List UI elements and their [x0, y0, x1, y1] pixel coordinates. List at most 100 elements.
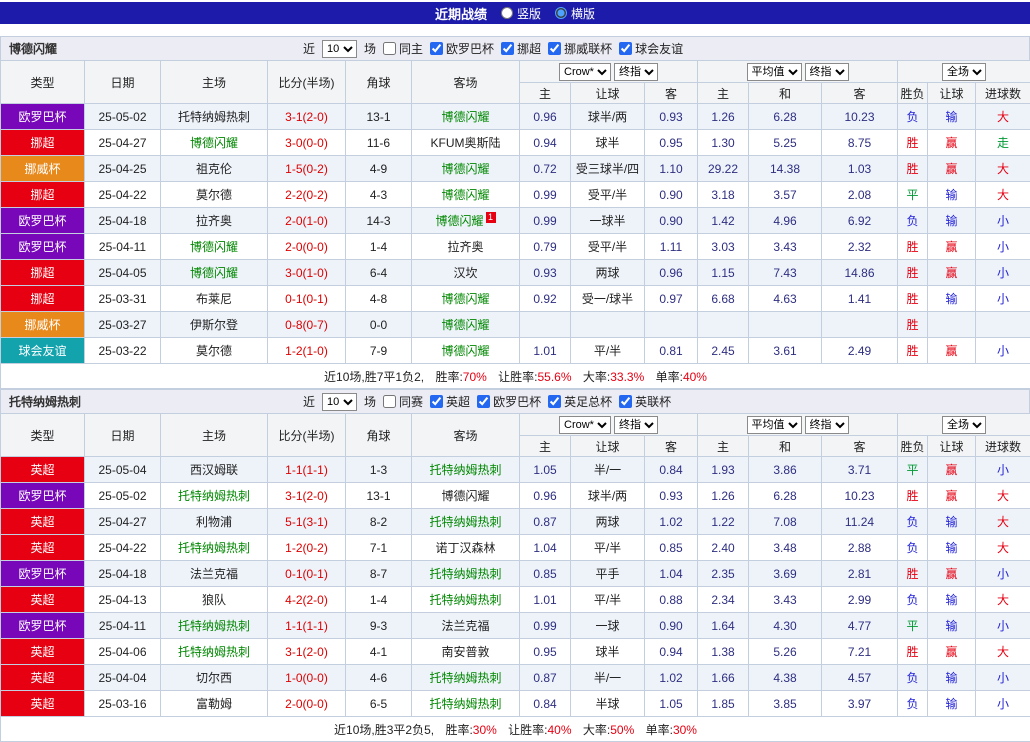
league-checkbox[interactable] — [548, 42, 561, 55]
table-row: 挪威杯 25-04-25 祖克伦 1-5(0-2) 4-9 博德闪耀 0.72 … — [1, 156, 1030, 182]
filter-league-3[interactable]: 英联杯 — [619, 393, 671, 410]
avg-away-cell: 2.49 — [822, 338, 898, 364]
handicap-cell: 半/一 — [571, 457, 645, 483]
handicap-result-cell: 赢 — [928, 483, 976, 509]
filter-league-0[interactable]: 欧罗巴杯 — [430, 40, 494, 57]
away-team-name: 博德闪耀 — [441, 344, 489, 358]
filter-bar: 近 10 场 同主 欧罗巴杯 挪超 挪威联杯 球会友谊 — [303, 40, 683, 58]
match-date: 25-04-13 — [85, 587, 161, 613]
away-team-name: KFUM奥斯陆 — [431, 136, 501, 150]
score-cell: 3-1(2-0) — [268, 104, 346, 130]
home-team-cell: 法兰克福 — [161, 561, 268, 587]
recent-count-select[interactable]: 10 — [322, 393, 357, 411]
match-date: 25-04-22 — [85, 535, 161, 561]
avg-final-select[interactable]: 终指 — [805, 63, 849, 81]
home-team-cell: 莫尔德 — [161, 182, 268, 208]
filter-league-1[interactable]: 挪超 — [501, 40, 541, 57]
home-team-cell: 托特纳姆热刺 — [161, 104, 268, 130]
league-badge: 欧罗巴杯 — [1, 561, 85, 587]
filter-same-home[interactable]: 同主 — [383, 40, 423, 57]
avg-home-cell: 2.45 — [698, 338, 749, 364]
same-home-label: 同主 — [399, 40, 423, 57]
league-checkbox[interactable] — [548, 395, 561, 408]
filter-league-2[interactable]: 挪威联杯 — [548, 40, 612, 57]
filter-league-1[interactable]: 欧罗巴杯 — [477, 393, 541, 410]
table-row: 英超 25-05-04 西汉姆联 1-1(1-1) 1-3 托特纳姆热刺 1.0… — [1, 457, 1030, 483]
avg-draw-cell: 4.30 — [749, 613, 822, 639]
goals-cell: 大 — [976, 587, 1030, 613]
odds-final-select[interactable]: 终指 — [614, 416, 658, 434]
odds-away-cell: 0.90 — [645, 613, 698, 639]
summary-lead: 近10场,胜3平2负5, — [334, 723, 434, 737]
horizontal-radio[interactable] — [555, 7, 567, 19]
league-checkbox[interactable] — [619, 42, 632, 55]
avg-away-cell: 6.92 — [822, 208, 898, 234]
league-checkbox[interactable] — [501, 42, 514, 55]
col-score: 比分(半场) — [268, 61, 346, 104]
odds-group-header: Crow* 终指 — [520, 414, 698, 436]
avg-away-cell: 2.88 — [822, 535, 898, 561]
matches-table-bodo: 类型 日期 主场 比分(半场) 角球 客场 Crow* 终指 平均值 终指 — [0, 60, 1030, 389]
avg-final-select[interactable]: 终指 — [805, 416, 849, 434]
away-team-name: 汉坎 — [453, 266, 477, 280]
score-cell: 2-0(1-0) — [268, 208, 346, 234]
away-team-cell: 法兰克福 — [412, 613, 520, 639]
odds-source-select[interactable]: Crow* — [559, 63, 611, 81]
odds-home-cell: 0.96 — [520, 483, 571, 509]
league-badge: 欧罗巴杯 — [1, 613, 85, 639]
sub-handicap: 让球 — [571, 83, 645, 104]
odds-source-select[interactable]: Crow* — [559, 416, 611, 434]
layout-radio-horizontal[interactable]: 横版 — [555, 5, 595, 22]
away-team-cell: 博德闪耀 — [412, 182, 520, 208]
match-date: 25-04-27 — [85, 509, 161, 535]
table-row: 挪超 25-03-31 布莱尼 0-1(0-1) 4-8 博德闪耀 0.92 受… — [1, 286, 1030, 312]
same-competition-checkbox[interactable] — [383, 395, 396, 408]
league-badge: 英超 — [1, 457, 85, 483]
vertical-radio[interactable] — [501, 7, 513, 19]
odds-home-cell: 1.01 — [520, 338, 571, 364]
home-team-name: 法兰克福 — [190, 567, 238, 581]
avg-select[interactable]: 平均值 — [747, 416, 802, 434]
scope-select[interactable]: 全场 — [942, 416, 986, 434]
filter-league-2[interactable]: 英足总杯 — [548, 393, 612, 410]
corner-cell: 13-1 — [346, 104, 412, 130]
score-cell: 2-2(0-2) — [268, 182, 346, 208]
away-team-name: 博德闪耀 — [441, 489, 489, 503]
sub-avg-away: 客 — [822, 83, 898, 104]
avg-select[interactable]: 平均值 — [747, 63, 802, 81]
same-home-checkbox[interactable] — [383, 42, 396, 55]
handicap-cell: 球半 — [571, 130, 645, 156]
odds-away-cell: 1.02 — [645, 665, 698, 691]
league-badge: 英超 — [1, 639, 85, 665]
filter-league-3[interactable]: 球会友谊 — [619, 40, 683, 57]
layout-radio-vertical[interactable]: 竖版 — [501, 5, 541, 22]
league-checkbox[interactable] — [477, 395, 490, 408]
recent-suffix-label: 场 — [364, 393, 376, 410]
match-date: 25-05-04 — [85, 457, 161, 483]
result-cell: 胜 — [898, 130, 928, 156]
goals-cell: 大 — [976, 182, 1030, 208]
goals-cell: 小 — [976, 561, 1030, 587]
odds-final-select[interactable]: 终指 — [614, 63, 658, 81]
home-team-cell: 利物浦 — [161, 509, 268, 535]
filter-same-competition[interactable]: 同赛 — [383, 393, 423, 410]
corner-cell: 1-3 — [346, 457, 412, 483]
result-cell: 胜 — [898, 639, 928, 665]
sub-away: 客 — [645, 83, 698, 104]
away-team-cell: 博德闪耀 — [412, 483, 520, 509]
table-row: 英超 25-04-13 狼队 4-2(2-0) 1-4 托特纳姆热刺 1.01 … — [1, 587, 1030, 613]
table-row: 挪威杯 25-03-27 伊斯尔登 0-8(0-7) 0-0 博德闪耀 胜 — [1, 312, 1030, 338]
league-checkbox[interactable] — [619, 395, 632, 408]
recent-count-select[interactable]: 10 — [322, 40, 357, 58]
league-badge: 英超 — [1, 691, 85, 717]
league-checkbox[interactable] — [430, 42, 443, 55]
home-team-name: 博德闪耀 — [190, 136, 238, 150]
home-team-name: 托特纳姆热刺 — [178, 541, 250, 555]
filter-league-0[interactable]: 英超 — [430, 393, 470, 410]
home-team-name: 托特纳姆热刺 — [178, 110, 250, 124]
avg-home-cell: 2.35 — [698, 561, 749, 587]
handicap-cell: 球半 — [571, 639, 645, 665]
league-checkbox[interactable] — [430, 395, 443, 408]
scope-select[interactable]: 全场 — [942, 63, 986, 81]
matches-body: 欧罗巴杯 25-05-02 托特纳姆热刺 3-1(2-0) 13-1 博德闪耀 … — [1, 104, 1030, 364]
